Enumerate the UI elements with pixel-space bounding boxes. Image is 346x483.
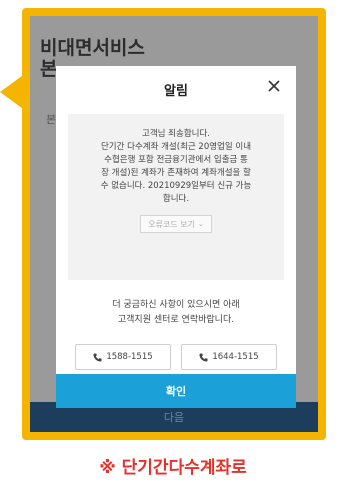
phone-frame: 비대면서비스 본 본 다음 알림 고객님 죄송합니다. 단기간 다수계좌 개설(… [22, 8, 326, 440]
dialog-title: 알림 [164, 83, 188, 99]
phone-number: 1588-1515 [106, 352, 153, 362]
phone-number: 1644-1515 [212, 352, 259, 362]
error-code-button[interactable]: 오류코드 보기 ⌄ [140, 215, 212, 233]
message-line: 장 개설)된 계좌가 존재하여 계좌개설을 할 [101, 168, 251, 178]
close-icon[interactable] [264, 76, 284, 96]
phone-buttons: 1588-1515 1644-1515 [56, 344, 296, 370]
chevron-down-icon: ⌄ [197, 220, 204, 228]
message-line: 수협은행 포함 전금융기관에서 입출금 통 [104, 155, 248, 165]
app-screen: 비대면서비스 본 본 다음 알림 고객님 죄송합니다. 단기간 다수계좌 개설(… [30, 16, 318, 432]
message-line: 합니다. [162, 194, 190, 204]
message-box: 고객님 죄송합니다. 단기간 다수계좌 개설(최근 20영업일 이내 수협은행 … [68, 114, 284, 280]
background-side-text: 본 [46, 113, 57, 126]
message-line: 수 없습니다. 20210929일부터 신규 가능 [100, 181, 252, 191]
error-code-label: 오류코드 보기 [148, 219, 195, 229]
dialog-header: 알림 [56, 66, 296, 112]
inquiry-line: 고객지원 센터로 연락바랍니다. [117, 315, 235, 325]
phone-icon [199, 352, 208, 362]
inquiry-text: 더 궁금하신 사항이 있으시면 아래 고객지원 센터로 연락바랍니다. [56, 298, 296, 328]
inquiry-line: 더 궁금하신 사항이 있으시면 아래 [112, 300, 240, 310]
message-line: 단기간 다수계좌 개설(최근 20영업일 이내 [100, 142, 252, 152]
call-button-1588[interactable]: 1588-1515 [75, 344, 171, 370]
call-button-1644[interactable]: 1644-1515 [181, 344, 277, 370]
caption-text: ※ 단기간다수계좌로 [99, 458, 247, 478]
message-line: 고객님 죄송합니다. [142, 129, 210, 139]
phone-icon [93, 352, 102, 362]
background-title-line-1: 비대면서비스 [40, 37, 145, 59]
alert-dialog: 알림 고객님 죄송합니다. 단기간 다수계좌 개설(최근 20영업일 이내 수협… [56, 66, 296, 408]
confirm-button[interactable]: 확인 [56, 374, 296, 408]
